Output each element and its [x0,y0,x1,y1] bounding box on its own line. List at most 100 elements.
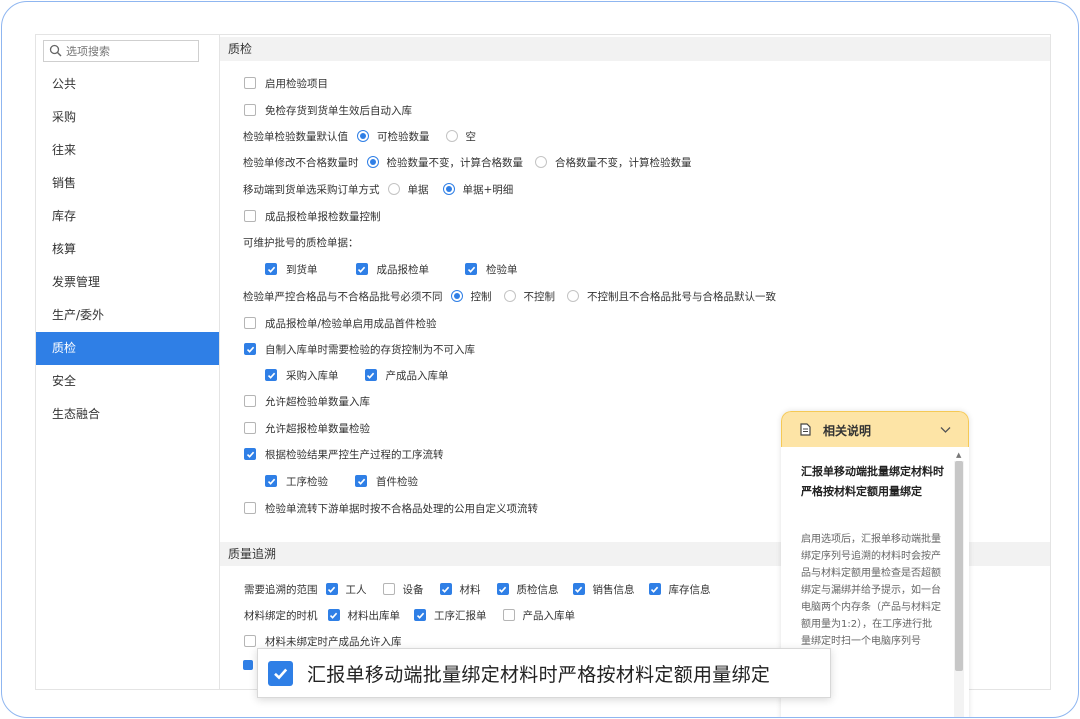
checkbox-option[interactable]: 产品入库单 [502,608,575,623]
option-default-qty: 检验单检验数量默认值 可检验数量 空 [243,129,476,144]
sidebar-item-purchase[interactable]: 采购 [36,101,219,134]
radio-option[interactable]: 不控制 [503,289,555,304]
checkbox-option[interactable]: 库存信息 [648,582,711,597]
option-allow-over-check[interactable]: 允许超报检单数量检验 [244,419,370,437]
sidebar-item-production[interactable]: 生产/委外 [36,299,219,332]
checkbox-option[interactable]: 材料出库单 [327,608,400,623]
sidebar-item-sales[interactable]: 销售 [36,167,219,200]
checkbox-option[interactable]: 产成品入库单 [364,368,449,383]
sidebar-item-accounts[interactable]: 往来 [36,134,219,167]
highlight-callout[interactable]: 汇报单移动端批量绑定材料时严格按材料定额用量绑定 [257,648,831,698]
checkbox[interactable] [265,369,277,381]
checkbox-partial[interactable] [243,660,253,670]
radio-option[interactable]: 可检验数量 [357,129,430,144]
radio[interactable] [450,290,463,302]
batch-docs-options: 到货单 成品报检单 检验单 [265,260,518,278]
checkbox[interactable] [327,609,340,621]
checkbox[interactable] [496,583,509,595]
option-downstream-flow[interactable]: 检验单流转下游单据时按不合格品处理的公用自定义项流转 [244,499,538,517]
search-input[interactable] [66,43,194,59]
checkbox[interactable] [244,343,256,355]
checkbox-option[interactable]: 工序汇报单 [414,608,487,623]
checkbox[interactable] [364,369,377,381]
sidebar-item-qc[interactable]: 质检 [36,332,219,365]
checkbox-option[interactable]: 材料 [439,582,481,597]
radio[interactable] [442,183,455,195]
checkbox[interactable] [244,635,256,647]
option-mobile-po: 移动端到货单选采购订单方式 单据 单据+明细 [243,182,514,197]
checkbox[interactable] [572,583,585,595]
radio[interactable] [567,290,579,302]
sidebar-item-public[interactable]: 公共 [36,68,219,101]
strict-flow-options: 工序检验 首件检验 [265,472,418,490]
option-allow-over-instock[interactable]: 允许超检验单数量入库 [244,392,370,410]
checkbox-option[interactable]: 检验单 [465,262,518,277]
checkbox[interactable] [244,77,256,89]
radio[interactable] [445,130,458,142]
option-first-piece[interactable]: 成品报检单/检验单启用成品首件检验 [244,314,437,332]
radio[interactable] [366,156,379,168]
checkbox[interactable] [244,317,256,329]
option-self-made[interactable]: 自制入库单时需要检验的存货控制为不可入库 [244,340,475,358]
radio-option[interactable]: 合格数量不变，计算检验数量 [535,155,692,170]
checkbox[interactable] [325,583,338,595]
checkbox-large[interactable] [268,660,293,686]
sidebar-item-costing[interactable]: 核算 [36,233,219,266]
screenshot-frame: 公共 采购 往来 销售 库存 核算 发票管理 生产/委外 质检 安全 生态融合 … [1,1,1079,718]
radio-option[interactable]: 检验数量不变，计算合格数量 [366,155,523,170]
radio-option[interactable]: 空 [445,129,476,144]
checkbox-option[interactable]: 设备 [382,582,424,597]
document-icon [800,423,811,439]
help-panel-header[interactable]: 相关说明 [781,411,969,447]
checkbox-option[interactable]: 工序检验 [265,474,328,489]
checkbox-option[interactable]: 工人 [325,582,367,597]
scroll-up-icon[interactable]: ▲ [956,451,961,459]
scrollbar-thumb[interactable] [955,461,963,671]
help-panel-title: 相关说明 [823,424,872,438]
checkbox[interactable] [244,422,256,434]
checkbox-option[interactable]: 首件检验 [355,474,418,489]
radio-option[interactable]: 单据+明细 [442,182,513,197]
checkbox[interactable] [648,583,661,595]
radio-option[interactable]: 不控制且不合格品批号与合格品默认一致 [567,289,776,304]
checkbox[interactable] [414,609,426,621]
checkbox[interactable] [244,502,256,514]
checkbox[interactable] [265,263,277,275]
checkbox[interactable] [265,475,277,487]
help-option-description: 启用选项后，汇报单移动端批量绑定序列号追溯的材料时会按产品与材料定额用量检查是否… [801,534,941,647]
radio[interactable] [503,290,516,302]
chevron-down-icon[interactable] [940,424,951,437]
option-enable-inspection[interactable]: 启用检验项目 [244,74,328,92]
search-box[interactable] [43,40,199,62]
radio-option[interactable]: 单据 [387,182,429,197]
radio[interactable] [535,156,547,168]
option-strict-flow[interactable]: 根据检验结果严控生产过程的工序流转 [244,445,444,463]
radio[interactable] [357,130,369,142]
trace-bind-timing: 材料绑定的时机 材料出库单 工序汇报单 产品入库单 [244,608,575,623]
sidebar-item-inventory[interactable]: 库存 [36,200,219,233]
checkbox[interactable] [355,475,367,487]
sidebar: 公共 采购 往来 销售 库存 核算 发票管理 生产/委外 质检 安全 生态融合 [36,35,220,689]
option-finished-qty-ctrl[interactable]: 成品报检单报检数量控制 [244,207,381,225]
checkbox[interactable] [355,263,368,275]
checkbox[interactable] [244,104,256,116]
checkbox[interactable] [244,210,256,222]
checkbox[interactable] [244,395,256,407]
checkbox[interactable] [465,263,477,275]
checkbox-option[interactable]: 质检信息 [496,582,559,597]
checkbox-option[interactable]: 销售信息 [572,582,635,597]
option-auto-instock[interactable]: 免检存货到货单生效后自动入库 [244,101,412,119]
checkbox[interactable] [439,583,452,595]
checkbox[interactable] [382,583,395,595]
checkbox[interactable] [502,609,515,621]
sidebar-item-security[interactable]: 安全 [36,365,219,398]
radio-option[interactable]: 控制 [450,289,492,304]
checkbox-option[interactable]: 成品报检单 [355,262,429,277]
sidebar-item-ecosystem[interactable]: 生态融合 [36,398,219,431]
section-title-qc: 质检 [220,37,1050,61]
checkbox-option[interactable]: 到货单 [265,262,318,277]
checkbox-option[interactable]: 采购入库单 [265,368,339,383]
checkbox[interactable] [244,448,256,460]
radio[interactable] [387,183,400,195]
sidebar-item-invoice[interactable]: 发票管理 [36,266,219,299]
